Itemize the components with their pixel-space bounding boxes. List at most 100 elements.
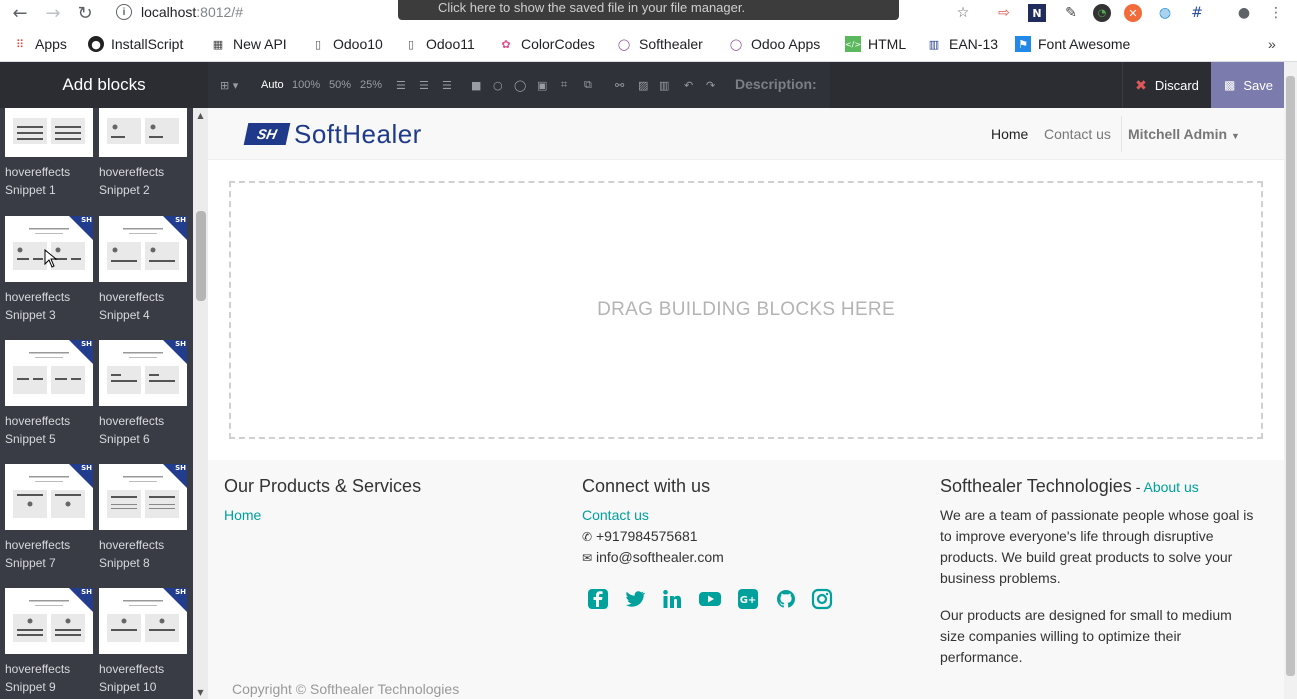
menu-dots-icon[interactable]: ⋮ [1267,4,1285,22]
snippet-label: hovereffects Snippet 8 [99,536,199,572]
add-blocks-title: Add blocks [62,75,146,94]
snippet-thumbnail[interactable]: SH [99,216,187,282]
bookmark-odoo10[interactable]: ▯ Odoo10 [310,35,383,53]
snippet-thumbnail[interactable]: SH [99,464,187,530]
image-icon[interactable]: ▣ [537,77,547,93]
bookmark-installscript[interactable]: ● InstallScript [88,35,183,53]
extension-grid-icon[interactable]: # [1188,4,1206,22]
footer-contact-link[interactable]: Contact us [582,507,649,523]
zoom-auto-button[interactable]: Auto [261,77,284,93]
html-badge-icon: </> [845,36,861,52]
trash-icon[interactable]: ▥ [659,77,669,93]
bookmark-star-icon[interactable]: ☆ [954,4,972,22]
footer-home-link[interactable]: Home [224,507,261,523]
snippet-label-line: Snippet 10 [99,680,157,694]
extension-arrow-icon[interactable]: ⇨ [995,4,1013,22]
footer-about-link[interactable]: About us [1143,479,1198,495]
user-name: Mitchell Admin [1128,126,1228,142]
twitter-icon[interactable] [624,588,646,610]
envelope-icon: ✉ [582,551,593,565]
bookmark-odoo11[interactable]: ▯ Odoo11 [403,35,475,53]
snippet-thumbnail[interactable]: SH [5,464,93,530]
bookmark-font-awesome[interactable]: ⚑ Font Awesome [1015,35,1130,53]
snippet-thumbnail[interactable]: SH [99,340,187,406]
zoom-100-button[interactable]: 100% [292,77,320,93]
linkedin-icon[interactable] [661,588,683,610]
snippet-thumbnail[interactable] [99,108,187,157]
nav-contact-link[interactable]: Contact us [1044,126,1111,142]
softhealer-logo[interactable]: SH SoftHealer [243,119,422,149]
discard-button[interactable]: ✖ Discard [1122,62,1211,108]
scroll-up-icon[interactable]: ▲ [193,108,208,122]
align-right-icon[interactable]: ☰ [442,77,452,93]
extension-n-icon[interactable]: N [1028,4,1046,22]
caret-down-icon: ▼ [1230,131,1240,141]
zoom-50-button[interactable]: 50% [329,77,351,93]
forward-arrow-icon[interactable]: → [42,2,64,24]
bookmark-label: EAN-13 [949,36,999,52]
snippet-thumbnail[interactable]: SH [5,340,93,406]
bookmark-ean13[interactable]: ▥ EAN-13 [926,35,998,53]
snippet-thumbnail[interactable]: SH [99,588,187,654]
snippet-label: hovereffects Snippet 4 [99,288,199,324]
footer-company-title: Softhealer Technologies - About us [940,476,1199,497]
extension-eyedropper-icon[interactable]: ✎ [1062,4,1080,22]
drop-zone[interactable]: DRAG BUILDING BLOCKS HERE [229,181,1263,439]
align-center-icon[interactable]: ☰ [419,77,429,93]
instagram-icon[interactable] [811,588,833,610]
bookmark-odoo-apps[interactable]: ◯ Odoo Apps [728,35,820,53]
user-menu[interactable]: Mitchell Admin ▼ [1128,126,1240,142]
bookmark-html[interactable]: </> HTML [845,35,906,53]
snippet-label-line: Snippet 3 [5,308,56,322]
align-left-icon[interactable]: ☰ [396,77,406,93]
bookmark-new-api[interactable]: ▦ New API [210,35,287,53]
zoom-25-button[interactable]: 25% [360,77,382,93]
save-button[interactable]: ▩ Save [1211,62,1286,108]
profile-icon[interactable]: ● [1235,4,1253,22]
page-scroll-thumb[interactable] [1286,76,1295,676]
redo-icon[interactable]: ↷ [706,77,715,93]
bookmark-softhealer[interactable]: ◯ Softhealer [616,35,703,53]
scroll-down-icon[interactable]: ▼ [193,685,208,699]
undo-icon[interactable]: ↶ [684,77,693,93]
facebook-icon[interactable] [587,588,609,610]
picture-icon[interactable]: ▨ [638,77,648,93]
site-footer: Our Products & Services Home Connect wit… [208,460,1284,699]
google-plus-icon[interactable]: G+ [737,588,759,610]
snippet-label: hovereffects Snippet 6 [99,412,199,448]
reload-icon[interactable]: ↻ [74,2,96,24]
blocks-scroll-thumb[interactable] [196,211,206,301]
back-arrow-icon[interactable]: ← [9,2,31,24]
snippet-label-line: Snippet 6 [99,432,150,446]
grid-dropdown-icon[interactable]: ⊞ ▾ [220,77,238,93]
extension-close-icon[interactable]: ✕ [1124,4,1142,22]
bookmark-colorcodes[interactable]: ✿ ColorCodes [498,35,595,53]
address-bar[interactable]: localhost:8012/# [141,4,243,20]
shape-circle-icon[interactable]: ○ [493,77,503,93]
bookmark-label: Font Awesome [1038,36,1131,52]
shape-square-icon[interactable]: ■ [471,77,481,93]
footer-products-title: Our Products & Services [224,476,422,496]
snippet-label: hovereffects Snippet 1 [5,163,105,199]
download-toast[interactable]: Click here to show the saved file in you… [398,0,899,20]
link-icon[interactable]: ⚯ [615,77,624,93]
flag-icon: ⚑ [1015,36,1031,52]
footer-email[interactable]: ✉ info@softhealer.com [582,549,724,565]
crop-icon[interactable]: ⌗ [561,77,567,93]
footer-phone-text: +917984575681 [595,528,698,544]
sh-badge-icon: SH [81,216,92,224]
snippet-thumbnail[interactable]: SH [5,588,93,654]
shape-rounded-icon[interactable]: ◯ [514,77,526,93]
youtube-icon[interactable] [698,588,722,610]
blocks-scrollbar[interactable] [193,108,208,699]
nav-home-link[interactable]: Home [991,126,1028,142]
transform-icon[interactable]: ⧉ [584,77,592,93]
footer-title-separator: - [1131,479,1144,495]
extension-gauge-icon[interactable]: ◔ [1093,4,1111,22]
extension-globe-icon[interactable]: ◍ [1156,4,1174,22]
github-social-icon[interactable] [775,588,797,610]
snippet-thumbnail[interactable] [5,108,93,157]
site-info-icon[interactable]: i [116,4,132,20]
bookmark-apps[interactable]: ⠿ Apps [12,35,67,53]
bookmarks-overflow-icon[interactable]: » [1268,35,1276,53]
